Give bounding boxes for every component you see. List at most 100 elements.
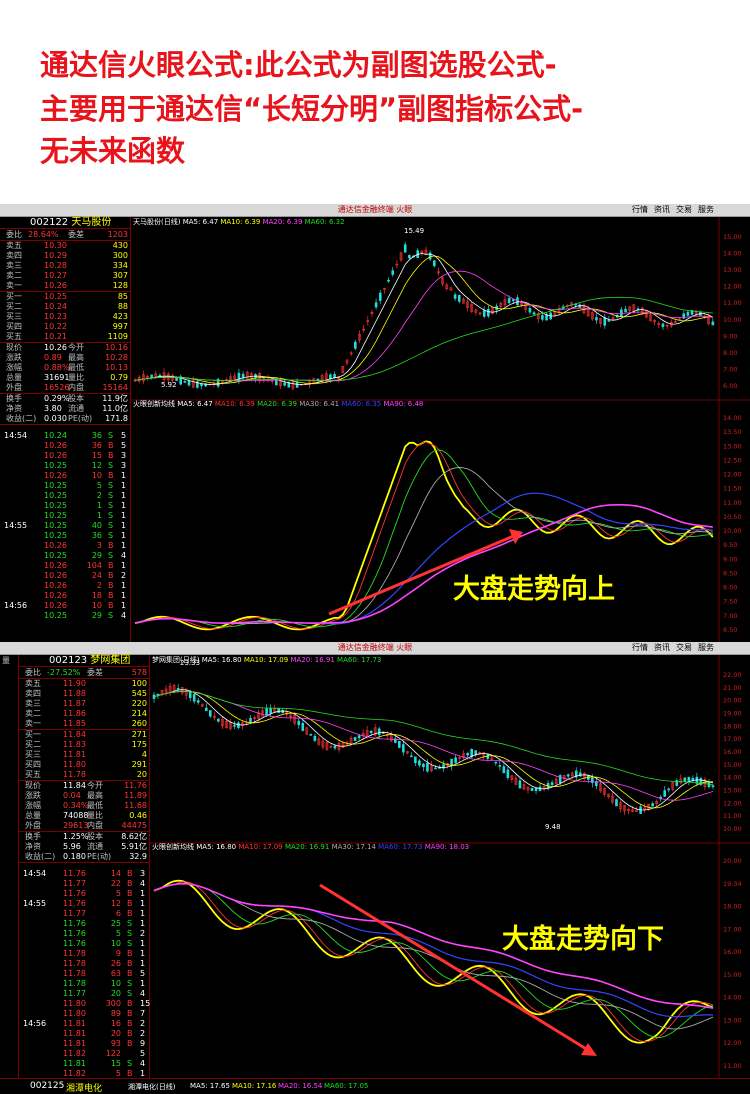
tick-volume: 93 — [110, 1039, 121, 1048]
stat-value-2: 5.91亿 — [121, 842, 147, 851]
stat-value: 0.29% — [44, 394, 70, 403]
main-axis-tick: 12.00 — [723, 283, 742, 291]
stat-label-2: 最低 — [87, 801, 103, 810]
tick-count: 3 — [121, 451, 127, 460]
tick-volume: 36 — [91, 431, 102, 440]
ask-price: 10.26 — [44, 281, 67, 290]
stat-label: 换手 — [25, 832, 41, 841]
menu-service[interactable]: 服务 — [698, 205, 714, 215]
tick-volume: 2 — [96, 581, 102, 590]
kline-chart-area[interactable]: 22.00 21.00 20.00 19.00 18.00 17.00 16.00 15.00… — [150, 655, 750, 1078]
weicha-label: 委差 — [87, 668, 103, 677]
candle-body — [200, 383, 203, 387]
tick-volume: 89 — [110, 1009, 121, 1018]
candle-body — [433, 260, 436, 267]
quote-row: 买五 11.78 20 — [19, 770, 149, 780]
candle-body — [711, 785, 715, 788]
ask-label: 卖三 — [25, 699, 41, 708]
stat-value: 74088 — [63, 811, 89, 820]
tick-row: 11.81 15 S 4 — [19, 1059, 149, 1069]
candle-body — [249, 718, 252, 723]
menu-service[interactable]: 服务 — [698, 643, 714, 653]
menu-trade[interactable]: 交易 — [676, 205, 692, 215]
stat-value: 0.04 — [63, 791, 81, 800]
stock-code: 002122 — [30, 217, 69, 228]
main-axis-tick: 11.00 — [723, 812, 742, 820]
bid-volume: 423 — [112, 312, 128, 321]
tick-price: 10.26 — [44, 441, 67, 450]
kline-chart[interactable]: 22.00 21.00 20.00 19.00 18.00 17.00 16.00 15.00… — [150, 655, 750, 1078]
menu-quotes[interactable]: 行情 — [632, 205, 648, 215]
quote-row: 涨幅 0.34% 最低 11.68 — [19, 801, 149, 811]
tick-price: 11.77 — [63, 989, 86, 998]
stat-label-2: PE(动) — [87, 852, 112, 861]
tick-side: S — [108, 481, 114, 490]
sub-legend-ma5: MA5: 16.80 — [196, 843, 237, 851]
legend-ma20: MA20: 6.39 — [262, 218, 303, 226]
tick-volume: 24 — [91, 571, 102, 580]
stock-header[interactable]: 002123 梦网集团 — [19, 655, 149, 667]
order-book: 委比 -27.52% 委差 578 卖五 11.90 100 卖四 11.88 545 卖三 11.8… — [19, 668, 150, 1078]
menu-quotes[interactable]: 行情 — [632, 643, 648, 653]
tick-side: B — [127, 1009, 133, 1018]
candle-body — [377, 728, 381, 736]
next-legend-ma60: MA60: 17.05 — [324, 1082, 369, 1090]
tick-side: B — [108, 471, 114, 480]
stat-value-2: 8.62亿 — [121, 832, 147, 841]
next-stock-code[interactable]: 002125 — [30, 1081, 64, 1091]
sub-axis-tick: 9.00 — [723, 555, 737, 563]
ask-price: 11.90 — [63, 679, 86, 688]
quote-row: 委比 -27.52% 委差 578 — [19, 668, 149, 678]
tick-volume: 14 — [110, 869, 121, 878]
tick-volume: 10 — [110, 979, 121, 988]
menu-news[interactable]: 资讯 — [654, 205, 670, 215]
sub-legend: 火眼创新均线 MA5: 6.47 MA10: 6.39 MA20: 6.39 M… — [133, 400, 423, 409]
ask-volume: 220 — [131, 699, 147, 708]
quote-row: 委比 28.64% 委差 1203 — [0, 230, 130, 240]
kline-chart[interactable]: 15.00 14.00 13.00 12.00 11.00 10.00 9.00 8.00 7.… — [131, 217, 750, 642]
sub-axis-tick: 13.50 — [723, 428, 742, 436]
stat-label-2: 量比 — [87, 811, 103, 820]
stat-label-2: 股本 — [68, 394, 84, 403]
candle-body — [192, 694, 196, 702]
tick-volume: 26 — [110, 959, 121, 968]
candle-body — [482, 310, 486, 317]
tick-count: 4 — [121, 611, 127, 620]
tick-count: 1 — [140, 979, 146, 988]
tick-side: B — [127, 1029, 133, 1038]
stat-label-2: 量比 — [68, 373, 84, 382]
sub-axis-tick: 12.00 — [723, 1039, 742, 1047]
stock-header[interactable]: 002122 天马股份 — [0, 217, 130, 229]
candle-body — [333, 374, 336, 378]
tick-price: 11.82 — [63, 1049, 86, 1058]
menu-trade[interactable]: 交易 — [676, 643, 692, 653]
tick-price: 11.76 — [63, 889, 86, 898]
ma-line-main — [153, 691, 714, 801]
weicha-label: 委差 — [68, 230, 84, 239]
ma-line-main — [153, 691, 713, 809]
candle-body — [661, 323, 665, 327]
candle-body — [550, 782, 554, 786]
stat-label: 外盘 — [25, 821, 41, 830]
stat-value: 16526 — [44, 383, 70, 392]
ask-volume: 334 — [112, 261, 128, 270]
tick-row: 11.81 20 B 2 — [19, 1029, 149, 1039]
tick-time: 14:56 — [23, 1019, 47, 1028]
tick-volume: 15 — [110, 1059, 121, 1068]
weibi-value: -27.52% — [47, 668, 81, 677]
tick-side: S — [108, 611, 114, 620]
bid-volume: 997 — [112, 322, 128, 331]
tick-time: 14:55 — [4, 521, 28, 530]
candle-body — [265, 708, 268, 716]
stat-label-2: 内盘 — [87, 821, 103, 830]
tick-volume: 18 — [91, 591, 102, 600]
bid-price: 10.22 — [44, 322, 67, 331]
tick-side: B — [127, 1019, 133, 1028]
kline-chart-area[interactable]: 15.00 14.00 13.00 12.00 11.00 10.00 9.00 8.00 7.… — [131, 217, 750, 642]
next-stock-name[interactable]: 湘潭电化 — [66, 1081, 102, 1094]
tick-price: 11.80 — [63, 1009, 86, 1018]
quote-row: 卖五 11.90 100 — [19, 679, 149, 689]
menu-news[interactable]: 资讯 — [654, 643, 670, 653]
tick-price: 11.76 — [63, 919, 86, 928]
sub-legend-ma60: MA60: 6.35 — [341, 400, 382, 408]
